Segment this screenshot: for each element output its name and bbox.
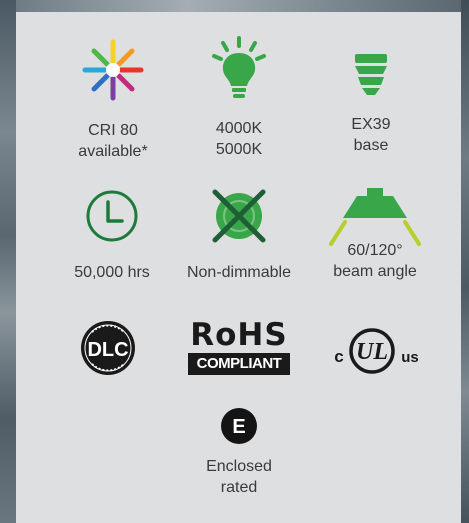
cri-label-line2: available*: [78, 143, 148, 160]
feature-cri: CRI 80 available*: [58, 38, 168, 162]
feature-base: EX39 base: [316, 50, 426, 156]
cul-us-logo: c UL us: [334, 328, 419, 374]
cul-c-text: c: [334, 347, 343, 366]
rohs-logo-text: RoHS: [190, 317, 288, 353]
non-dimmable-icon: [212, 189, 266, 243]
clock-icon: [86, 190, 138, 242]
base-label-line2: base: [353, 137, 389, 154]
cct-label-line1: 4000K: [215, 120, 263, 137]
enclosed-label-line1: Enclosed: [206, 458, 272, 475]
enclosed-label-line2: rated: [220, 479, 258, 496]
background-left: [0, 0, 16, 523]
color-spectrum-icon: [82, 39, 144, 101]
feature-dim: Non-dimmable: [176, 184, 302, 283]
enclosed-rated-icon: E: [221, 408, 257, 444]
feature-cct: 4000K 5000K: [184, 34, 294, 160]
cri-label-line1: CRI 80: [88, 122, 138, 139]
dlc-certification: DLC: [76, 318, 140, 378]
background-top: [0, 0, 469, 12]
beam-angle-icon: [329, 188, 421, 246]
beam-label-line2: beam angle: [333, 263, 417, 280]
feature-enclosed: E Enclosed rated: [184, 406, 294, 498]
features-panel: CRI 80 available* 4000K 5000K EX39 base …: [16, 12, 461, 523]
feature-life: 50,000 hrs: [52, 188, 172, 283]
ul-mark-text: UL: [356, 339, 388, 365]
cct-label-line2: 5000K: [215, 141, 263, 158]
cul-certification: c UL us: [326, 324, 426, 376]
lamp-base-icon: [355, 54, 387, 95]
background-right: [461, 0, 469, 523]
dim-label: Non-dimmable: [186, 264, 292, 281]
life-label: 50,000 hrs: [74, 264, 150, 281]
cul-us-text: us: [401, 349, 419, 366]
base-label-line1: EX39: [351, 116, 391, 133]
feature-beam: 60/120° beam angle: [316, 186, 434, 282]
rohs-compliant-label: COMPLIANT: [188, 353, 290, 375]
enclosed-badge-text: E: [232, 416, 245, 438]
dlc-logo: DLC: [81, 321, 135, 375]
lightbulb-icon: [212, 36, 266, 98]
dlc-logo-text: DLC: [87, 339, 128, 361]
rohs-certification: RoHS COMPLIANT: [186, 320, 292, 375]
